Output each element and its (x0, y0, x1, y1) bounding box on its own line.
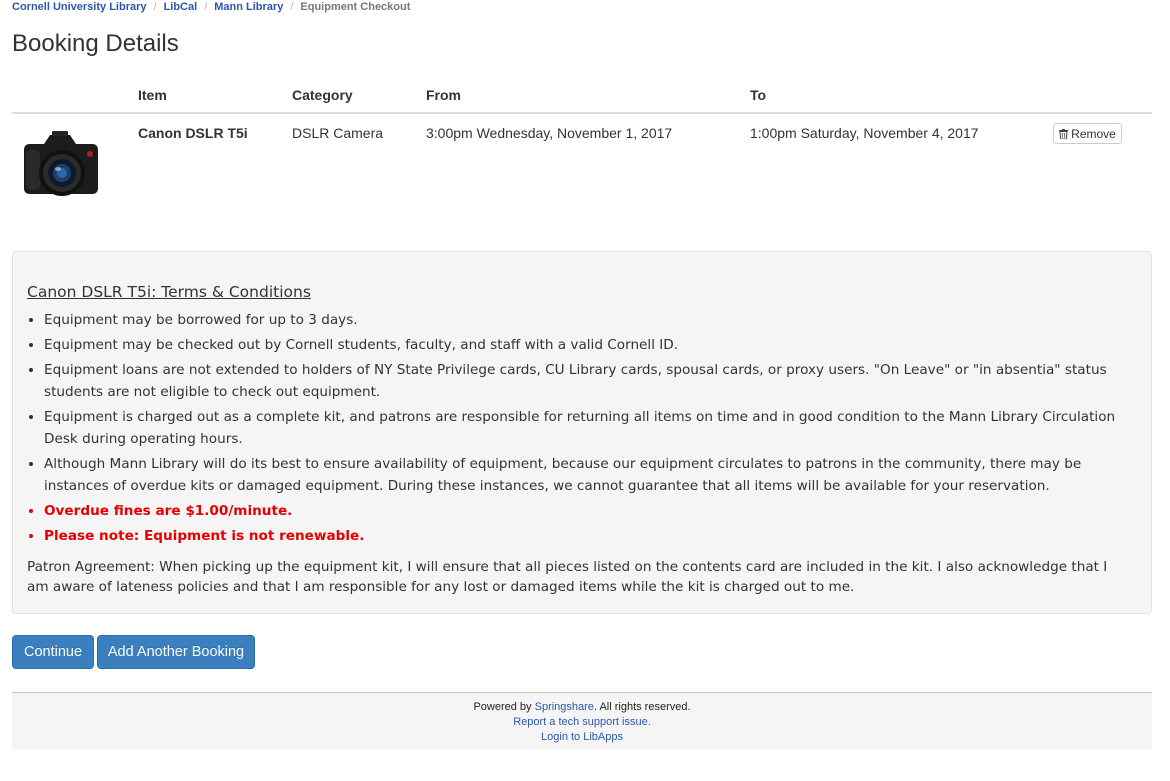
not-renewable-warning: Please note: Equipment is not renewable. (44, 525, 1127, 547)
column-header-category: Category (292, 87, 353, 103)
breadcrumb-link-cornell-library[interactable]: Cornell University Library (12, 1, 147, 14)
terms-item: Equipment is charged out as a complete k… (44, 406, 1127, 450)
column-header-to: To (750, 87, 767, 103)
add-another-booking-button[interactable]: Add Another Booking (97, 635, 255, 669)
page-title: Booking Details (12, 30, 179, 57)
overdue-fines-warning: Overdue fines are $1.00/minute. (44, 500, 1127, 522)
column-header-item: Item (138, 87, 167, 103)
column-header-from: From (426, 87, 461, 103)
springshare-link[interactable]: Springshare (535, 701, 594, 713)
table-row: Canon DSLR T5i DSLR Camera 3:00pm Wednes… (12, 114, 1152, 244)
powered-by-suffix: . All rights reserved. (593, 701, 691, 713)
item-category: DSLR Camera (292, 125, 384, 141)
breadcrumb-link-mann-library[interactable]: Mann Library (214, 1, 283, 14)
terms-panel: Canon DSLR T5i: Terms & Conditions Equip… (12, 251, 1152, 614)
patron-agreement: Patron Agreement: When picking up the eq… (27, 559, 1108, 595)
item-name: Canon DSLR T5i (138, 125, 248, 141)
breadcrumb-current: Equipment Checkout (300, 0, 411, 13)
remove-button[interactable]: Remove (1053, 123, 1122, 144)
remove-button-label: Remove (1071, 126, 1116, 141)
terms-title: Canon DSLR T5i: Terms & Conditions (27, 283, 311, 301)
terms-item: Although Mann Library will do its best t… (44, 453, 1127, 497)
report-support-link[interactable]: Report a tech support issue. (12, 715, 1152, 730)
booking-from: 3:00pm Wednesday, November 1, 2017 (426, 125, 673, 141)
terms-item: Equipment may be checked out by Cornell … (44, 334, 1127, 356)
camera-photo (24, 131, 98, 196)
booking-to: 1:00pm Saturday, November 4, 2017 (750, 125, 979, 141)
continue-button[interactable]: Continue (12, 635, 94, 669)
breadcrumb-separator: / (153, 0, 157, 13)
breadcrumb-separator: / (290, 0, 294, 13)
powered-by-prefix: Powered by (473, 701, 535, 713)
breadcrumb-link-libcal[interactable]: LibCal (164, 1, 198, 14)
footer: Powered by Springshare. All rights reser… (12, 692, 1152, 749)
breadcrumb: Cornell University Library / LibCal / Ma… (12, 0, 410, 14)
terms-item: Equipment loans are not extended to hold… (44, 359, 1127, 403)
trash-icon (1059, 128, 1069, 139)
powered-by-line: Powered by Springshare. All rights reser… (12, 700, 1152, 715)
table-header-row: Item Category From To (12, 76, 1152, 114)
booking-table: Item Category From To Canon DSLR T5i DSL… (12, 76, 1152, 244)
terms-list: Equipment may be borrowed for up to 3 da… (27, 309, 1127, 550)
terms-item: Equipment may be borrowed for up to 3 da… (44, 309, 1127, 331)
breadcrumb-separator: / (204, 0, 208, 13)
login-libapps-link[interactable]: Login to LibApps (12, 730, 1152, 745)
